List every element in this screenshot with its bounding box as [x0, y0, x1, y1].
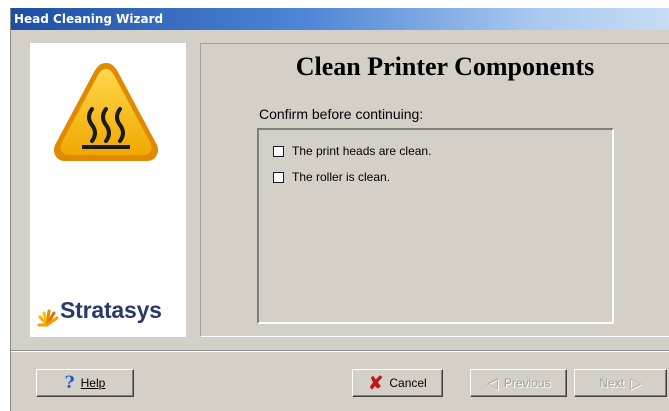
- help-button-label: Help: [80, 376, 106, 390]
- checkbox-box[interactable]: [273, 171, 284, 183]
- roller-clean-checkbox[interactable]: The roller is clean.: [273, 169, 390, 185]
- head-cleaning-wizard-window: Head Cleaning Wizard Stratasys Clean Pri…: [10, 8, 669, 411]
- checkbox-label: The print heads are clean.: [292, 144, 432, 158]
- next-button[interactable]: Next ▷: [574, 369, 667, 397]
- arrow-left-icon: ◁: [486, 375, 498, 392]
- stratasys-logo: Stratasys: [34, 293, 184, 333]
- cancel-button[interactable]: ✘ Cancel: [352, 369, 443, 397]
- checkbox-label: The roller is clean.: [292, 170, 391, 184]
- stratasys-starburst-icon: [37, 309, 59, 327]
- page-title: Clean Printer Components: [295, 52, 595, 81]
- previous-button[interactable]: ◁ Previous: [470, 369, 567, 397]
- cancel-button-label: Cancel: [389, 376, 427, 390]
- window-title: Head Cleaning Wizard: [11, 8, 669, 30]
- arrow-right-icon: ▷: [630, 375, 642, 392]
- footer-separator: [11, 350, 669, 352]
- cancel-x-icon: ✘: [368, 372, 384, 393]
- hot-surface-warning-icon: [54, 63, 158, 161]
- checkbox-box[interactable]: [273, 145, 284, 157]
- next-button-label: Next: [599, 376, 625, 390]
- help-button[interactable]: ? Help: [36, 369, 134, 397]
- print-heads-clean-checkbox[interactable]: The print heads are clean.: [273, 143, 431, 159]
- previous-button-label: Previous: [503, 376, 551, 390]
- help-question-icon: ?: [64, 373, 75, 393]
- main-panel: Clean Printer Components Confirm before …: [200, 43, 669, 337]
- side-panel: Stratasys: [30, 43, 186, 337]
- confirmation-list: The print heads are clean. The roller is…: [257, 128, 614, 324]
- logo-text: Stratasys: [60, 297, 162, 323]
- confirm-prompt: Confirm before continuing:: [259, 106, 424, 122]
